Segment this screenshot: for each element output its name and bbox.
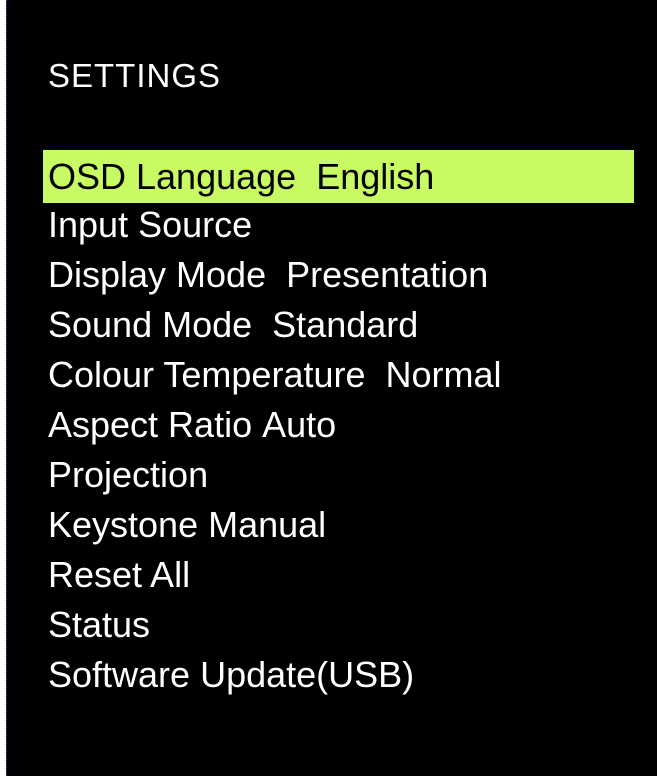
menu-item-aspect-ratio[interactable]: Aspect Ratio Auto (43, 400, 634, 450)
osd-settings-screen: SETTINGS OSD Language English Input Sour… (6, 0, 657, 776)
menu-item-label: Aspect Ratio (48, 404, 253, 445)
menu-item-label: Display Mode (48, 254, 267, 295)
settings-menu: OSD Language English Input Source Displa… (43, 150, 634, 700)
menu-item-label: OSD Language (48, 155, 297, 197)
menu-item-label: Reset All (48, 554, 191, 595)
menu-item-value: Auto (262, 404, 337, 445)
menu-item-label: Sound Mode (48, 304, 253, 345)
menu-item-value: Manual (208, 504, 327, 545)
menu-item-sound-mode[interactable]: Sound Mode Standard (43, 300, 634, 350)
settings-title: SETTINGS (48, 57, 222, 94)
menu-item-label: Projection (48, 454, 209, 495)
menu-item-label: Colour Temperature (48, 354, 366, 395)
menu-item-status[interactable]: Status (43, 600, 634, 650)
menu-item-label: Input Source (48, 204, 253, 245)
menu-item-value: Normal (385, 354, 502, 395)
menu-item-software-update[interactable]: Software Update(USB) (43, 650, 634, 700)
menu-item-display-mode[interactable]: Display Mode Presentation (43, 250, 634, 300)
menu-item-osd-language[interactable]: OSD Language English (43, 150, 634, 203)
menu-item-colour-temperature[interactable]: Colour Temperature Normal (43, 350, 634, 400)
menu-item-keystone[interactable]: Keystone Manual (43, 500, 634, 550)
menu-item-label: Status (48, 604, 151, 645)
menu-item-reset-all[interactable]: Reset All (43, 550, 634, 600)
menu-item-input-source[interactable]: Input Source (43, 200, 634, 250)
menu-item-value: English (316, 155, 435, 197)
menu-item-label: Software Update(USB) (48, 654, 415, 695)
menu-item-label: Keystone (48, 504, 199, 545)
menu-item-value: Presentation (286, 254, 489, 295)
menu-item-value: Standard (272, 304, 419, 345)
menu-item-projection[interactable]: Projection (43, 450, 634, 500)
